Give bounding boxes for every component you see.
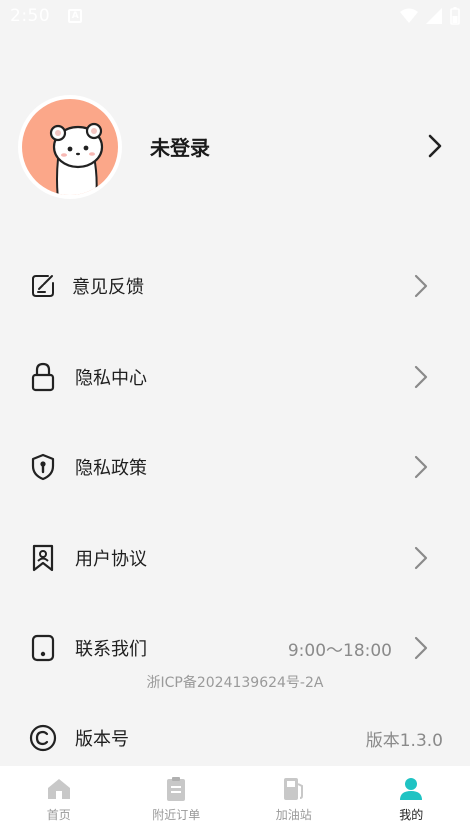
icp-license: 浙ICP备2024139624号-2A <box>146 675 324 691</box>
status-bar: 2:50 A <box>0 0 470 32</box>
contact-hours: 9:00～18:00 <box>287 640 392 661</box>
menu-label-contact-us: 联系我们 <box>75 639 147 660</box>
status-time: 2:50 <box>10 6 51 26</box>
copyright-icon <box>29 724 57 752</box>
menu-label-version: 版本号 <box>75 729 129 750</box>
avatar[interactable] <box>18 95 122 199</box>
wifi-icon <box>400 8 418 23</box>
status-icons <box>400 7 460 25</box>
login-status[interactable]: 未登录 <box>150 132 210 161</box>
chevron-right-icon <box>414 274 428 298</box>
chevron-right-icon <box>414 636 428 660</box>
battery-icon <box>450 7 460 25</box>
menu-label-feedback: 意见反馈 <box>72 277 144 298</box>
bottom-tab-bar: 首页 附近订单 加油站 我的 <box>0 766 470 837</box>
shield-key-icon <box>29 453 57 481</box>
version-number: 版本1.3.0 <box>365 730 443 751</box>
chevron-right-icon <box>414 365 428 389</box>
menu-item-user-agreement[interactable]: 用户协议 <box>0 528 470 588</box>
menu-item-feedback[interactable]: 意见反馈 <box>0 256 470 316</box>
chevron-right-icon <box>414 546 428 570</box>
menu-label-privacy-policy: 隐私政策 <box>75 458 147 479</box>
phone-icon <box>29 634 57 662</box>
fuel-pump-icon <box>282 776 306 802</box>
tab-home[interactable]: 首页 <box>0 766 118 837</box>
tab-nearby-orders[interactable]: 附近订单 <box>118 766 236 837</box>
home-icon <box>47 776 71 802</box>
tab-label-mine: 我的 <box>399 808 424 822</box>
bookmark-user-icon <box>29 544 57 572</box>
tab-label-nearby-orders: 附近订单 <box>152 808 201 822</box>
menu-item-privacy-center[interactable]: 隐私中心 <box>0 347 470 407</box>
tab-mine[interactable]: 我的 <box>353 766 470 837</box>
profile-header[interactable]: 未登录 <box>0 92 470 202</box>
edit-note-icon <box>29 272 57 300</box>
tab-gas-station[interactable]: 加油站 <box>235 766 353 837</box>
menu-label-privacy-center: 隐私中心 <box>75 368 147 389</box>
tab-label-gas-station: 加油站 <box>275 808 312 822</box>
lock-icon <box>29 362 57 392</box>
chevron-right-icon <box>414 455 428 479</box>
tab-label-home: 首页 <box>46 808 71 822</box>
menu-item-version: 版本号 版本1.3.0 <box>0 708 470 768</box>
menu-item-contact-us[interactable]: 联系我们 9:00～18:00 <box>0 618 470 678</box>
notification-icon: A <box>68 9 83 23</box>
menu-label-user-agreement: 用户协议 <box>75 549 147 570</box>
bear-avatar-icon <box>22 99 118 195</box>
menu-item-privacy-policy[interactable]: 隐私政策 <box>0 437 470 497</box>
signal-icon <box>426 8 442 24</box>
clipboard-icon <box>166 776 186 802</box>
person-icon <box>399 776 423 802</box>
chevron-right-icon[interactable] <box>428 134 442 158</box>
